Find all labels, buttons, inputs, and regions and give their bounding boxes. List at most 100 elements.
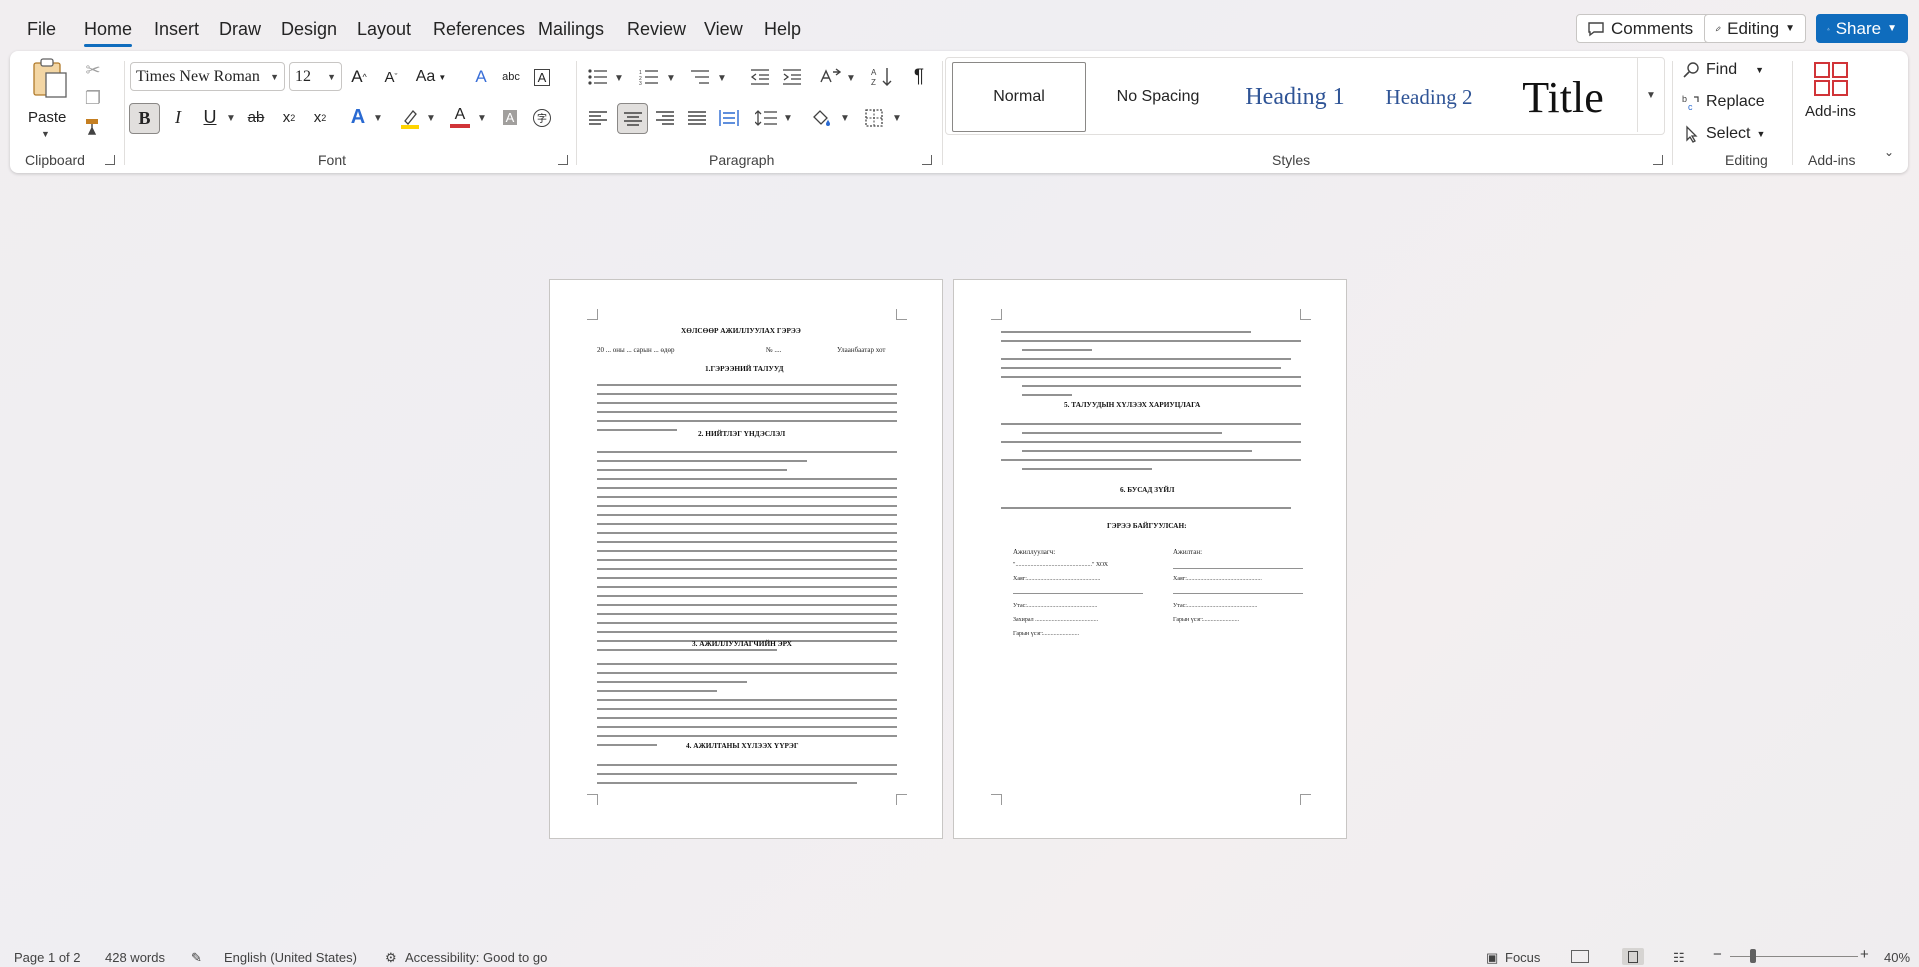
chevron-down-icon[interactable]: ▼ [892,113,902,124]
employee-label: Ажилтан: [1173,548,1203,556]
zoom-out-icon[interactable]: − [1713,946,1722,963]
tab-references[interactable]: References [433,19,525,40]
chevron-down-icon[interactable]: ▼ [226,113,236,124]
underline-button[interactable]: U [197,103,223,132]
shading-icon[interactable] [809,103,835,132]
share-button[interactable]: Share ▼ [1816,14,1908,43]
increase-indent-icon[interactable] [779,64,805,90]
chevron-down-icon[interactable]: ▼ [426,113,436,124]
style-title[interactable]: Title [1498,62,1628,132]
svg-text:Z: Z [871,78,876,87]
accessibility-status[interactable]: Accessibility: Good to go [405,950,547,965]
tab-insert[interactable]: Insert [154,19,199,40]
text-effects-icon[interactable]: A [345,103,371,132]
multilevel-list-icon[interactable] [687,64,713,90]
tab-layout[interactable]: Layout [357,19,411,40]
font-size-combo[interactable]: 12 ▼ [289,62,342,91]
tab-draw[interactable]: Draw [219,19,261,40]
editing-mode-button[interactable]: Editing ▼ [1704,14,1806,43]
chevron-down-icon[interactable]: ▼ [846,73,856,84]
zoom-slider[interactable] [1730,949,1858,963]
style-no-spacing[interactable]: No Spacing [1094,62,1222,132]
zoom-slider-thumb[interactable] [1750,949,1756,963]
tab-help[interactable]: Help [764,19,801,40]
font-size-value: 12 [295,67,311,85]
bold-button[interactable]: B [129,103,160,134]
collapse-ribbon-icon[interactable]: ⌄ [1884,145,1894,159]
format-painter-icon[interactable] [82,115,104,137]
tab-review[interactable]: Review [627,19,686,40]
font-name-combo[interactable]: Times New Roman ▼ [130,62,285,91]
sort-icon[interactable]: AZ [869,64,895,90]
language-indicator[interactable]: English (United States) [224,950,357,965]
replace-button[interactable]: bc Replace [1682,89,1765,115]
align-right-icon[interactable] [652,103,678,132]
styles-launcher-icon[interactable] [1653,155,1663,165]
phonetic-guide-icon[interactable]: abc [498,64,524,90]
tab-home[interactable]: Home [84,19,132,40]
zoom-in-icon[interactable]: + [1860,946,1869,963]
bullets-icon[interactable] [585,64,611,90]
chevron-down-icon[interactable]: ▼ [373,113,383,124]
highlight-color-icon[interactable] [397,103,423,132]
find-button[interactable]: Find ▼ [1682,57,1764,83]
align-left-icon[interactable] [585,103,611,132]
select-button[interactable]: Select ▼ [1682,121,1765,147]
page-count[interactable]: Page 1 of 2 [14,950,81,965]
borders-icon[interactable] [861,103,887,132]
clipboard-launcher-icon[interactable] [105,155,115,165]
superscript-button[interactable]: x2 [307,103,333,132]
copy-icon[interactable]: ❐ [82,87,104,109]
clear-formatting-icon[interactable]: A [468,64,494,90]
font-color-icon[interactable]: A [447,103,473,132]
chevron-down-icon[interactable]: ▼ [477,113,487,124]
chevron-down-icon[interactable]: ▼ [666,73,676,84]
document-page-2[interactable]: 5. ТАЛУУДЫН ХҮЛЭЭХ ХАРИУЦЛАГА 6. БУСАД З… [953,279,1347,839]
numbering-icon[interactable]: 123 [636,64,662,90]
italic-button[interactable]: I [165,103,191,132]
line-spacing-icon[interactable] [753,103,779,132]
shrink-font-icon[interactable]: Aˇ [378,64,404,90]
cut-icon[interactable]: ✂ [82,59,104,81]
distributed-icon[interactable] [716,103,742,132]
styles-more-button[interactable]: ▼ [1637,58,1664,132]
chevron-down-icon[interactable]: ▼ [614,73,624,84]
paragraph-launcher-icon[interactable] [922,155,932,165]
character-border-icon[interactable]: A [529,64,555,90]
strikethrough-button[interactable]: ab [243,103,269,132]
style-heading-2[interactable]: Heading 2 [1368,62,1490,132]
tab-file[interactable]: File [27,19,56,40]
chevron-down-icon[interactable]: ▼ [783,113,793,124]
paste-button[interactable]: Paste ▼ [28,57,68,141]
enclose-characters-icon[interactable]: 字 [529,103,555,132]
character-shading-icon[interactable]: A [497,103,523,132]
text-direction-icon[interactable] [817,64,843,90]
web-layout-icon[interactable]: ☷ [1673,950,1685,966]
style-normal[interactable]: Normal [952,62,1086,132]
chevron-down-icon[interactable]: ▼ [717,73,727,84]
read-mode-icon[interactable] [1571,950,1589,963]
decrease-indent-icon[interactable] [747,64,773,90]
text-line [597,604,897,606]
word-count[interactable]: 428 words [105,950,165,965]
add-ins-button[interactable]: Add-ins [1798,61,1864,141]
grow-font-icon[interactable]: A ^ [346,64,372,90]
print-layout-icon[interactable] [1622,948,1644,965]
chevron-down-icon[interactable]: ▼ [840,113,850,124]
comments-button[interactable]: Comments [1576,14,1720,43]
show-formatting-marks-icon[interactable]: ¶ [906,64,932,90]
document-page-1[interactable]: ХӨЛСӨӨР АЖИЛЛУУЛАХ ГЭРЭЭ 20 ... оны ... … [549,279,943,839]
chevron-down-icon: ▼ [41,129,50,139]
focus-button[interactable]: Focus [1505,950,1540,965]
font-launcher-icon[interactable] [558,155,568,165]
proofing-icon[interactable]: ✎ [191,950,202,966]
tab-design[interactable]: Design [281,19,337,40]
tab-mailings[interactable]: Mailings [538,19,604,40]
tab-view[interactable]: View [704,19,743,40]
change-case-icon[interactable]: Aa ▼ [412,64,450,90]
zoom-level[interactable]: 40% [1884,950,1910,965]
align-center-icon[interactable] [617,103,648,134]
subscript-button[interactable]: x2 [276,103,302,132]
style-heading-1[interactable]: Heading 1 [1228,62,1362,132]
justify-icon[interactable] [684,103,710,132]
